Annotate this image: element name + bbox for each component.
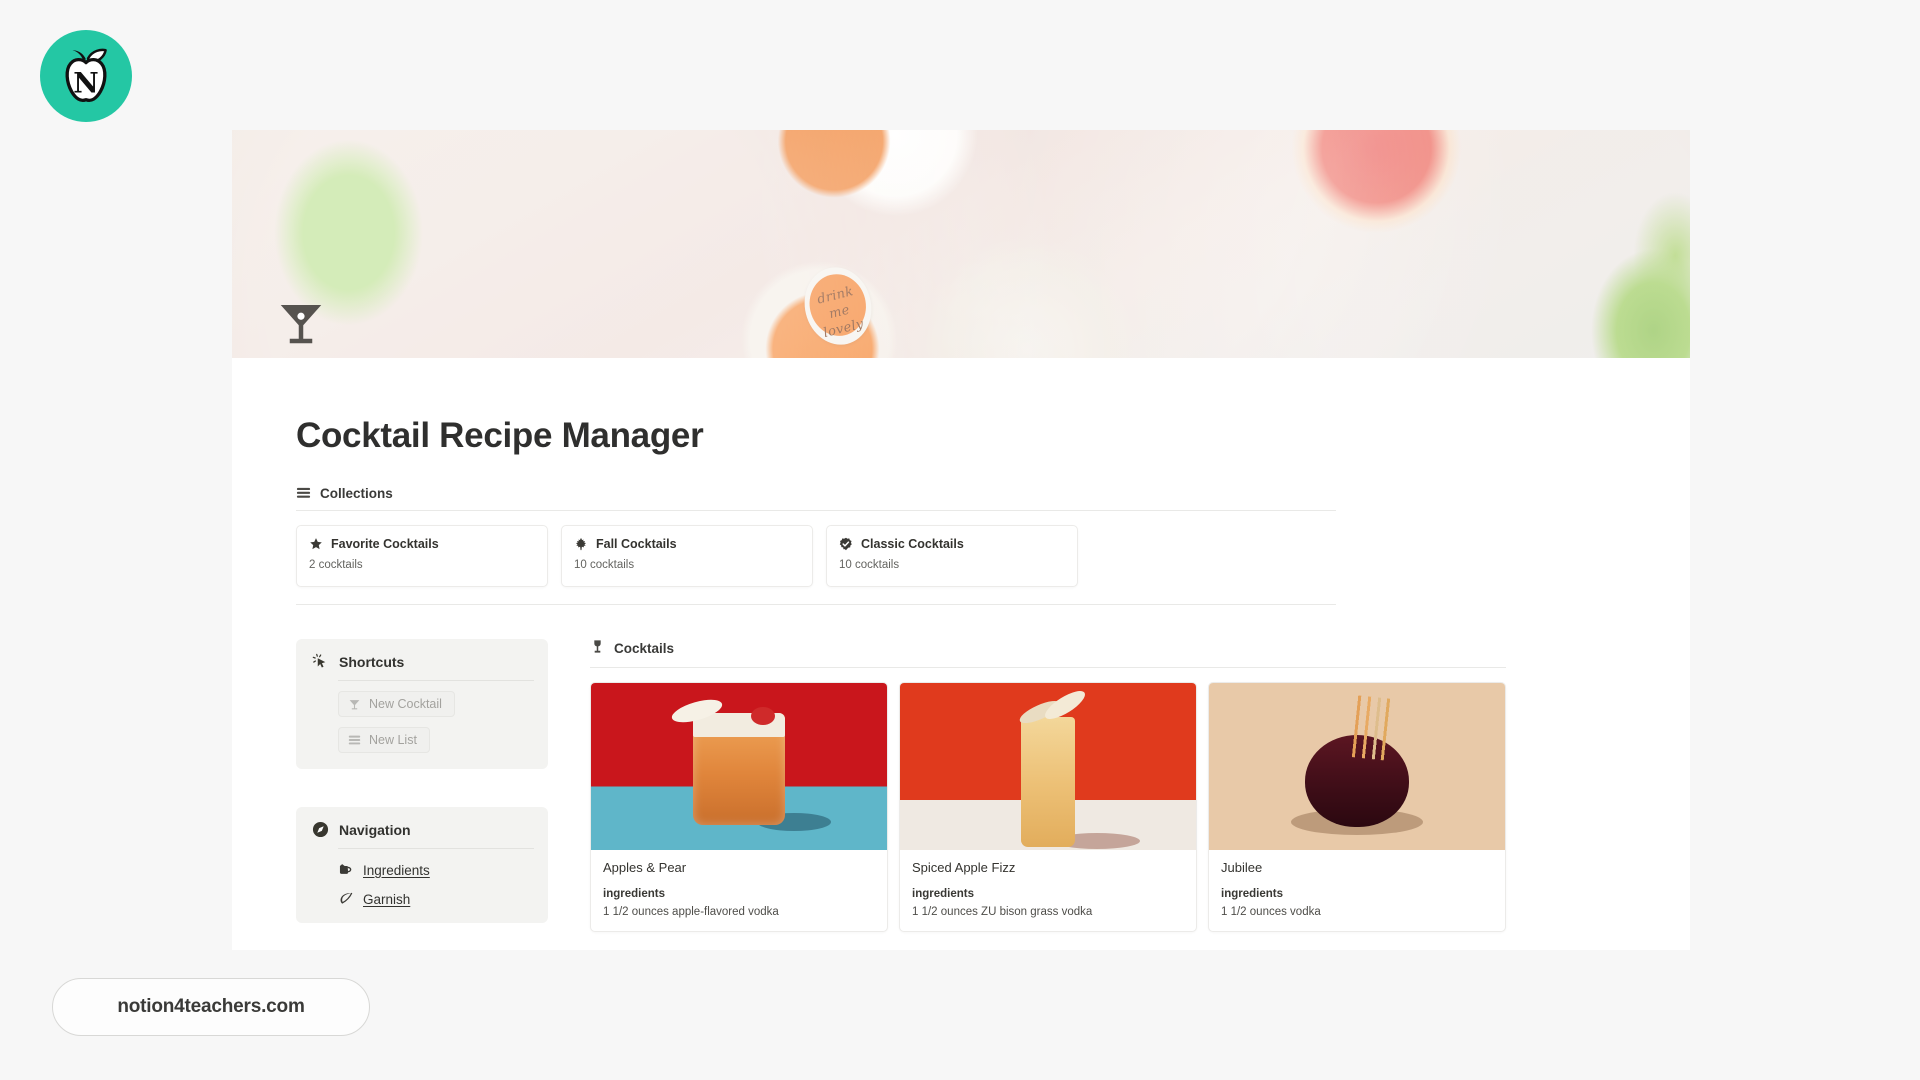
cocktails-section-header: Cocktails bbox=[590, 639, 1634, 657]
new-cocktail-button[interactable]: New Cocktail bbox=[338, 691, 455, 717]
divider bbox=[338, 848, 534, 849]
cocktail-ingredient: 1 1/2 ounces apple-flavored vodka bbox=[603, 906, 779, 918]
collections-section-header: Collections bbox=[296, 486, 1634, 501]
nav-label: Garnish bbox=[363, 891, 411, 907]
maple-leaf-icon bbox=[574, 537, 588, 551]
list-icon bbox=[348, 734, 361, 747]
pitcher-icon bbox=[338, 862, 354, 878]
cocktail-title: Apples & Pear bbox=[603, 860, 687, 875]
star-icon bbox=[309, 537, 323, 551]
screenshot-stage: N drink me lovely Cocktail Recipe Manage… bbox=[0, 0, 1920, 1080]
svg-text:N: N bbox=[73, 67, 98, 100]
cocktails-section: Cocktails Apples & Pear ingredients 1 1/… bbox=[590, 639, 1634, 932]
shortcuts-title: Shortcuts bbox=[339, 653, 405, 670]
navigation-title: Navigation bbox=[339, 821, 411, 838]
cocktail-card-jubilee[interactable]: Jubilee ingredients 1 1/2 ounces vodka bbox=[1208, 682, 1506, 932]
cocktail-property-label: ingredients bbox=[1221, 888, 1283, 900]
new-list-label: New List bbox=[369, 733, 417, 747]
shortcuts-panel: Shortcuts New Cocktail New List bbox=[296, 639, 548, 769]
cocktail-card-spiced-apple-fizz[interactable]: Spiced Apple Fizz ingredients 1 1/2 ounc… bbox=[899, 682, 1197, 932]
nav-item-ingredients[interactable]: Ingredients bbox=[338, 862, 534, 878]
navigation-panel: Navigation Ingredients Garnish bbox=[296, 807, 548, 923]
compass-icon bbox=[312, 821, 329, 838]
cocktail-property-label: ingredients bbox=[603, 888, 665, 900]
collection-name: Fall Cocktails bbox=[596, 537, 677, 551]
cocktail-thumbnail bbox=[900, 683, 1196, 850]
cocktail-card-apples-pear[interactable]: Apples & Pear ingredients 1 1/2 ounces a… bbox=[590, 682, 888, 932]
cocktail-title: Spiced Apple Fizz bbox=[912, 860, 1016, 875]
collection-card-classic[interactable]: Classic Cocktails 10 cocktails bbox=[826, 525, 1078, 587]
goblet-icon bbox=[590, 639, 605, 657]
cocktail-glass-icon[interactable] bbox=[274, 296, 328, 350]
cover-photo[interactable]: drink me lovely bbox=[232, 130, 1690, 358]
cocktail-ingredient: 1 1/2 ounces vodka bbox=[1221, 906, 1321, 918]
new-cocktail-label: New Cocktail bbox=[369, 697, 442, 711]
page-title: Cocktail Recipe Manager bbox=[296, 416, 704, 455]
brand-logo: N bbox=[40, 30, 132, 122]
collection-name: Classic Cocktails bbox=[861, 537, 964, 551]
new-list-button[interactable]: New List bbox=[338, 727, 430, 753]
collection-count: 10 cocktails bbox=[839, 559, 900, 571]
app-window: drink me lovely Cocktail Recipe Manager bbox=[232, 130, 1690, 950]
cocktail-property-label: ingredients bbox=[912, 888, 974, 900]
cocktails-label: Cocktails bbox=[614, 640, 675, 656]
collection-count: 2 cocktails bbox=[309, 559, 363, 571]
cocktail-thumbnail bbox=[591, 683, 887, 850]
watermark-text: notion4teachers.com bbox=[117, 996, 305, 1017]
apple-n-logo-icon: N bbox=[53, 43, 119, 109]
verified-badge-icon bbox=[839, 537, 853, 551]
martini-glass-icon bbox=[348, 698, 361, 711]
divider bbox=[590, 667, 1506, 668]
collection-name: Favorite Cocktails bbox=[331, 537, 439, 551]
cocktail-thumbnail bbox=[1209, 683, 1505, 850]
divider bbox=[296, 510, 1336, 511]
divider bbox=[338, 680, 534, 681]
cursor-click-icon bbox=[312, 653, 329, 670]
collection-card-fall[interactable]: Fall Cocktails 10 cocktails bbox=[561, 525, 813, 587]
cocktails-grid: Apples & Pear ingredients 1 1/2 ounces a… bbox=[590, 682, 1634, 932]
nav-label: Ingredients bbox=[363, 862, 430, 878]
drink-tag: drink me lovely bbox=[796, 259, 880, 352]
collection-count: 10 cocktails bbox=[574, 559, 635, 571]
collections-list: Favorite Cocktails 2 cocktails Fall Cock… bbox=[296, 525, 1634, 587]
divider bbox=[296, 604, 1336, 605]
shortcuts-header: Shortcuts bbox=[310, 653, 534, 670]
leaf-icon bbox=[338, 891, 354, 907]
navigation-header: Navigation bbox=[310, 821, 534, 838]
cocktail-title: Jubilee bbox=[1221, 860, 1263, 875]
nav-item-garnish[interactable]: Garnish bbox=[338, 891, 534, 907]
cocktail-ingredient: 1 1/2 ounces ZU bison grass vodka bbox=[912, 906, 1093, 918]
list-icon bbox=[296, 486, 311, 501]
watermark-badge: notion4teachers.com bbox=[52, 978, 370, 1036]
collection-card-favorite[interactable]: Favorite Cocktails 2 cocktails bbox=[296, 525, 548, 587]
collections-label: Collections bbox=[320, 486, 393, 501]
drink-tag-text: drink me lovely bbox=[803, 267, 873, 342]
